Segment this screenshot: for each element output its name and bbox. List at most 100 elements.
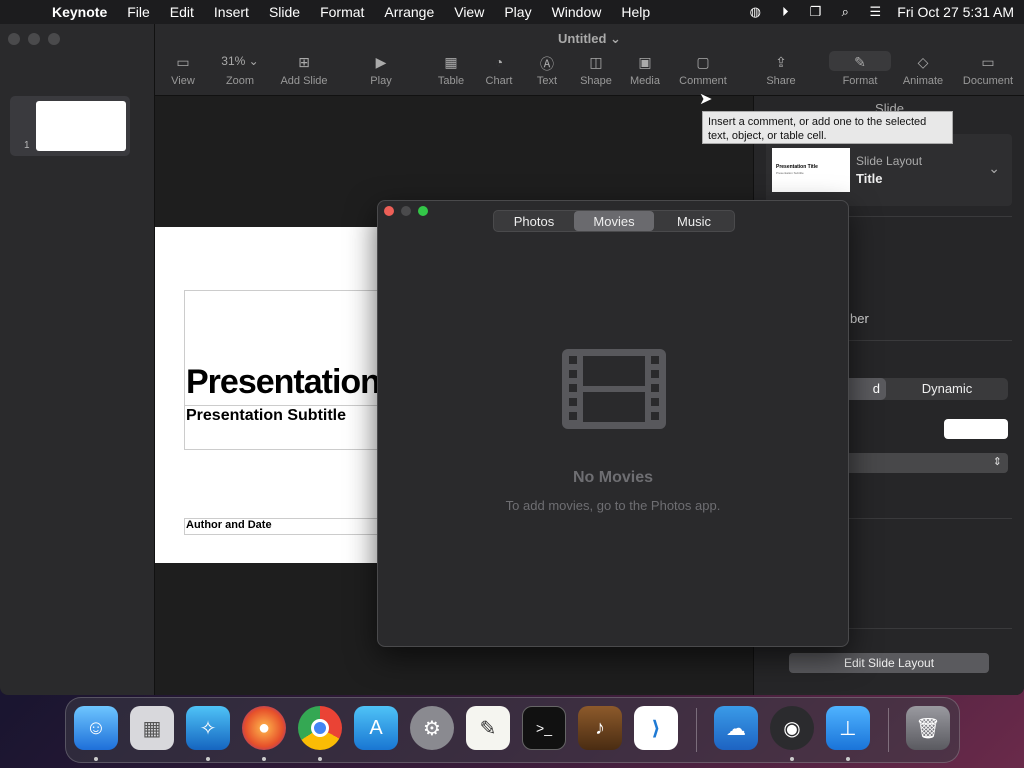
menu-arrange[interactable]: Arrange [374, 4, 444, 20]
media-browser-popover: Photos Movies Music No Movies To add mov… [377, 200, 849, 647]
slide-navigator: 1 [0, 24, 155, 695]
zoom-button[interactable]: 31% ⌄ Zoom [218, 54, 262, 87]
menu-window[interactable]: Window [542, 4, 612, 20]
background-color-well[interactable] [944, 419, 1008, 439]
terminal-icon[interactable]: >_ [522, 706, 566, 750]
running-indicator [790, 757, 794, 761]
media-traffic-lights [384, 206, 428, 216]
edit-slide-layout-button[interactable]: Edit Slide Layout [789, 653, 989, 673]
finder-icon[interactable]: ☺ [74, 706, 118, 750]
running-indicator [846, 757, 850, 761]
tab-photos[interactable]: Photos [494, 211, 574, 231]
chart-icon: ◔ [494, 54, 504, 70]
comment-button[interactable]: ▢ Comment [676, 54, 730, 87]
mouse-cursor-icon: ➤ [699, 91, 713, 108]
launchpad-icon[interactable]: ▦ [130, 706, 174, 750]
dock-separator [888, 708, 889, 752]
slide[interactable]: Presentation Title Presentation Subtitle… [155, 227, 377, 563]
running-indicator [318, 757, 322, 761]
layout-thumbnail: Presentation Title Presentation Subtitle [772, 148, 850, 192]
system-settings-icon[interactable]: ⚙ [410, 706, 454, 750]
window-icon[interactable]: ❐ [807, 4, 823, 19]
animate-icon: ◇ [917, 54, 929, 70]
zoom-window-button[interactable] [48, 33, 60, 45]
chrome-icon[interactable] [298, 706, 342, 750]
minimize-window-button[interactable] [28, 33, 40, 45]
slide-subtitle[interactable]: Presentation Subtitle [186, 407, 346, 425]
running-indicator [262, 757, 266, 761]
fill-type-select[interactable]: ⇕ [840, 453, 1008, 473]
film-strip-icon [562, 349, 666, 429]
format-button[interactable]: ✎ Format [840, 54, 880, 87]
zoom-media-button[interactable] [418, 206, 428, 216]
document-button[interactable]: ▭ Document [960, 54, 1016, 87]
view-button[interactable]: ▭ View [169, 54, 197, 87]
menu-play[interactable]: Play [494, 4, 541, 20]
menubar-clock[interactable]: Fri Oct 27 5:31 AM [897, 4, 1014, 20]
add-slide-icon: ⊞ [298, 54, 310, 70]
background-segment-dynamic[interactable]: Dynamic [886, 378, 1008, 400]
menu-slide[interactable]: Slide [259, 4, 310, 20]
firefox-icon[interactable]: ● [242, 706, 286, 750]
comment-tooltip: Insert a comment, or add one to the sele… [702, 111, 953, 144]
toolbar: Untitled ⌄ ▭ View 31% ⌄ Zoom ⊞ Add Slide… [155, 24, 1024, 96]
menu-help[interactable]: Help [611, 4, 660, 20]
running-indicator [94, 757, 98, 761]
comment-icon: ▢ [696, 54, 710, 70]
empty-state-message: To add movies, go to the Photos app. [505, 498, 721, 513]
slide-author[interactable]: Author and Date [186, 519, 272, 531]
add-slide-button[interactable]: ⊞ Add Slide [277, 54, 331, 87]
close-media-button[interactable] [384, 206, 394, 216]
share-button[interactable]: ⇪ Share [764, 54, 798, 87]
textedit-icon[interactable]: ✎ [466, 706, 510, 750]
media-tabs: Photos Movies Music [493, 210, 735, 232]
menu-edit[interactable]: Edit [160, 4, 204, 20]
table-button[interactable]: ▦ Table [435, 54, 467, 87]
safari-icon[interactable]: ✧ [186, 706, 230, 750]
media-icon: ▣ [638, 54, 652, 70]
text-button[interactable]: Ⓐ Text [534, 54, 560, 87]
dock: ☺ ▦ ✧ ● A ⚙ ✎ >_ ♪ ⟩ ☁ ◉ ⊥ 🗑 [65, 697, 960, 763]
document-icon: ▭ [981, 54, 995, 70]
garageband-icon[interactable]: ♪ [578, 706, 622, 750]
play-button[interactable]: ▶ Play [365, 54, 397, 87]
screen-sharing-icon[interactable]: ◍ [747, 4, 763, 19]
control-center-icon[interactable]: ☰ [867, 4, 883, 19]
tab-movies[interactable]: Movies [574, 211, 654, 231]
slide-layout-picker[interactable]: Presentation Title Presentation Subtitle… [766, 134, 1012, 206]
close-window-button[interactable] [8, 33, 20, 45]
vscode-icon[interactable]: ⟩ [634, 706, 678, 750]
document-title[interactable]: Untitled ⌄ [155, 31, 1024, 47]
trash-icon[interactable]: 🗑 [906, 706, 950, 750]
menu-file[interactable]: File [117, 4, 160, 20]
menu-app[interactable]: Keynote [42, 4, 117, 20]
chart-button[interactable]: ◔ Chart [482, 54, 516, 87]
window-traffic-lights [8, 33, 60, 45]
slide-title[interactable]: Presentation Title [186, 363, 377, 402]
weather-icon[interactable]: ☁ [714, 706, 758, 750]
shape-icon: ◫ [589, 54, 603, 70]
slide-number: 1 [24, 140, 30, 151]
play-circle-icon[interactable]: ⏵ [777, 4, 793, 19]
slide-thumbnail-selected[interactable]: 1 [10, 96, 130, 156]
slide-number-checkbox-label[interactable]: ber [850, 311, 869, 326]
app-store-icon[interactable]: A [354, 706, 398, 750]
layout-thumb-subtitle: Presentation Subtitle [776, 171, 804, 175]
media-button[interactable]: ▣ Media [627, 54, 663, 87]
obs-icon[interactable]: ◉ [770, 706, 814, 750]
shape-button[interactable]: ◫ Shape [577, 54, 615, 87]
spotlight-search-icon[interactable]: ⌕ [837, 4, 853, 19]
share-icon: ⇪ [775, 54, 787, 70]
empty-state-title: No Movies [572, 469, 653, 486]
animate-button[interactable]: ◇ Animate [901, 54, 945, 87]
background-segmented-control[interactable]: d Dynamic [840, 378, 1008, 400]
menu-insert[interactable]: Insert [204, 4, 259, 20]
keynote-icon[interactable]: ⊥ [826, 706, 870, 750]
tab-music[interactable]: Music [654, 211, 734, 231]
running-indicator [206, 757, 210, 761]
slide-thumbnail-image [36, 101, 126, 151]
menu-view[interactable]: View [444, 4, 494, 20]
play-icon: ▶ [375, 54, 387, 70]
chevron-down-icon[interactable]: ⌄ [988, 160, 1000, 177]
menu-format[interactable]: Format [310, 4, 374, 20]
